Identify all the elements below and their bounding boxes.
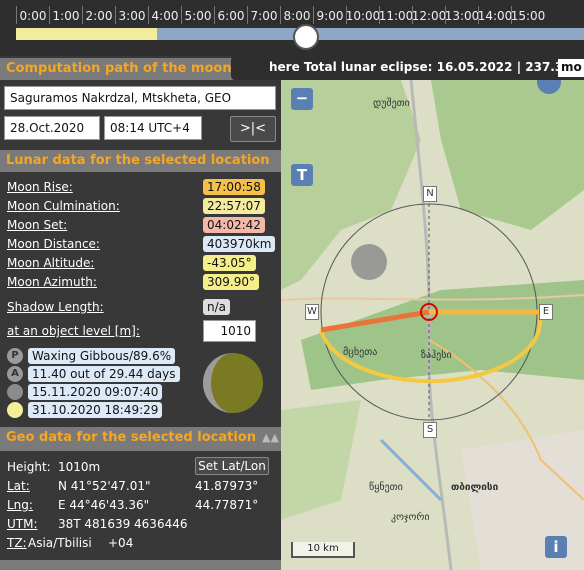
map-canvas[interactable]	[281, 80, 584, 570]
compass-n: N	[423, 186, 437, 202]
timeline-tick-label: 4:00	[151, 9, 179, 23]
tz-offset: +04	[108, 536, 134, 550]
moon-azimuth-label[interactable]: Moon Azimuth:	[7, 275, 97, 289]
moon-rise-value: 17:00:58	[203, 179, 265, 195]
moon-distance-label[interactable]: Moon Distance:	[7, 237, 100, 251]
timeline-tick-label: 11:00	[378, 9, 414, 23]
full-moon-date: 31.10.2020 18:49:29	[28, 402, 163, 418]
timeline-tick-label: 12:00	[411, 9, 447, 23]
timeline-tick-line	[148, 6, 149, 24]
timeline-tick-label: 7:00	[250, 9, 278, 23]
tz-label: TZ:	[7, 536, 27, 550]
timeline-tick-label: 5:00	[184, 9, 212, 23]
zoom-out-button[interactable]: −	[291, 88, 313, 110]
timeline-tick-label: 15:00	[510, 9, 546, 23]
place-label: კოჯორი	[391, 512, 430, 523]
compass-s: S	[423, 422, 437, 438]
next-section-header	[0, 560, 281, 570]
collapse-icon[interactable]: ▲▲	[262, 431, 279, 444]
place-label: წყნეთი	[369, 482, 403, 493]
new-moon-date: 15.11.2020 09:07:40	[28, 384, 163, 400]
lat-label: Lat:	[7, 479, 30, 493]
info-button[interactable]: i	[545, 536, 567, 558]
left-panel: Computation path of the moon for Saguram…	[0, 56, 281, 570]
now-button[interactable]: >|<	[230, 116, 276, 142]
timeline-tick-line	[49, 6, 50, 24]
lunar-header: Lunar data for the selected location	[0, 150, 281, 172]
object-level-input[interactable]: 1010	[203, 320, 256, 342]
timeline-tick-label: 13:00	[444, 9, 480, 23]
timeline-tick-line	[247, 6, 248, 24]
compass-w: W	[305, 304, 319, 320]
moon-phase-graphic	[203, 353, 263, 413]
tz-value: Asia/Tbilisi	[28, 536, 92, 550]
map-scale: 10 km	[291, 542, 355, 558]
moon-culmination-label[interactable]: Moon Culmination:	[7, 199, 120, 213]
place-label: მცხეთა	[343, 347, 378, 358]
geo-header: Geo data for the selected location	[0, 427, 281, 451]
terrain-toggle-button[interactable]: T	[291, 164, 313, 186]
eclipse-bar[interactable]: here Total lunar eclipse: 16.05.2022 | 2…	[231, 56, 584, 80]
moon-culmination-value: 22:57:07	[203, 198, 265, 214]
compass-e: E	[539, 304, 553, 320]
timeline-tick-label: 9:00	[316, 9, 344, 23]
age-icon: A	[7, 366, 23, 382]
lng-label: Lng:	[7, 498, 33, 512]
timeline-tick-line	[214, 6, 215, 24]
phase-icon: P	[7, 348, 23, 364]
place-label: დუშეთი	[373, 98, 410, 109]
timeline-bar[interactable]: 0:00 1:00 2:00 3:00 4:00 5:00 6:00 7:00 8:00 9:00…	[0, 0, 584, 56]
height-value: 1010m	[58, 460, 101, 474]
timeline-tick-line	[280, 6, 281, 24]
moon-rise-label[interactable]: Moon Rise:	[7, 180, 73, 194]
time-input[interactable]: 08:14 UTC+4	[104, 116, 202, 140]
timeline-tick-label: 2:00	[85, 9, 113, 23]
timeline-tick-label: 3:00	[118, 9, 146, 23]
moon-altitude-label[interactable]: Moon Altitude:	[7, 256, 94, 270]
object-level-label[interactable]: at an object level [m]:	[7, 324, 140, 338]
timeline-tick-label: 8:00	[283, 9, 311, 23]
timeline-tick-label: 1:00	[52, 9, 80, 23]
shadow-length-label[interactable]: Shadow Length:	[7, 300, 104, 314]
timeline-tick-label: 0:00	[19, 9, 47, 23]
lat-dms: N 41°52'47.01"	[58, 479, 151, 493]
map[interactable]: N S E W დუშეთი მცხეთა ზაჰესი წყნეთი თბილ…	[281, 80, 584, 570]
moon-azimuth-value: 309.90°	[203, 274, 259, 290]
lng-decimal: 44.77871°	[195, 498, 259, 512]
timeline-tick-label: 6:00	[217, 9, 245, 23]
location-input[interactable]: Saguramos Nakrdzal, Mtskheta, GEO	[4, 86, 276, 110]
timeline-tick-line	[181, 6, 182, 24]
eclipse-text[interactable]: here Total lunar eclipse: 16.05.2022 | 2…	[269, 60, 575, 74]
timeline-slider-thumb[interactable]	[292, 24, 319, 50]
timeline-tick-label: 10:00	[345, 9, 381, 23]
place-label: თბილისი	[451, 482, 499, 493]
moon-altitude-value: -43.05°	[203, 255, 256, 271]
timeline-tick-line	[313, 6, 314, 24]
moon-set-label[interactable]: Moon Set:	[7, 218, 67, 232]
timeline-tick-line	[16, 6, 17, 24]
timeline-tick-line	[115, 6, 116, 24]
eclipse-more-button[interactable]: mo	[558, 59, 584, 77]
height-label: Height:	[7, 460, 51, 474]
timeline-tick-label: 14:00	[477, 9, 513, 23]
moon-distance-value: 403970km	[203, 236, 276, 252]
full-moon-icon	[7, 402, 23, 418]
age-value: 11.40 out of 29.44 days	[28, 366, 180, 382]
phase-value: Waxing Gibbous/89.6%	[28, 348, 176, 364]
shadow-length-value: n/a	[203, 299, 231, 315]
moon-set-value: 04:02:42	[203, 217, 265, 233]
timeline-tick-line	[82, 6, 83, 24]
lng-dms: E 44°46'43.36"	[58, 498, 150, 512]
place-label: ზაჰესი	[421, 350, 452, 361]
date-input[interactable]: 28.Oct.2020	[4, 116, 100, 140]
set-lat-lon-button[interactable]: Set Lat/Lon	[195, 457, 269, 475]
utm-label: UTM:	[7, 517, 38, 531]
new-moon-icon	[7, 384, 23, 400]
lat-decimal: 41.87973°	[195, 479, 259, 493]
moon-visible-fill	[16, 28, 157, 40]
utm-value: 38T 481639 4636446	[58, 517, 188, 531]
